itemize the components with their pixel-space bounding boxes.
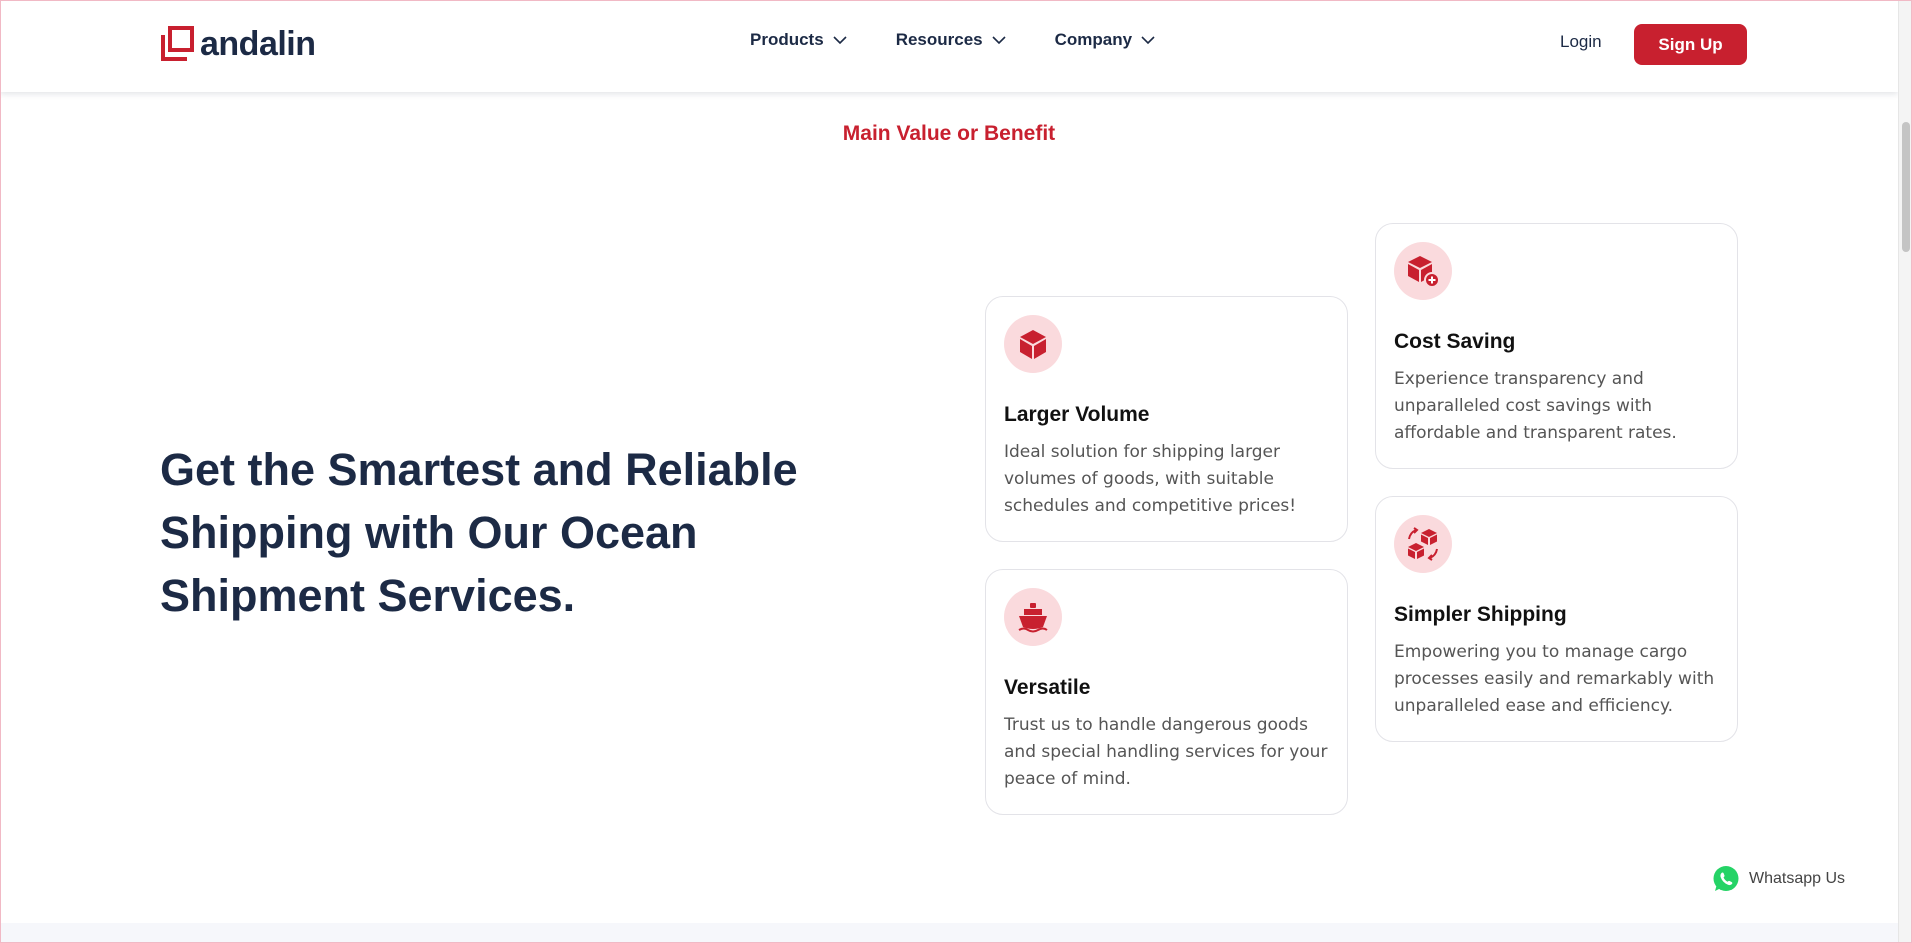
section-eyebrow: Main Value or Benefit (842, 122, 1056, 145)
feature-card-cost-saving: Cost Saving Experience transparency and … (1375, 223, 1738, 469)
nav-company[interactable]: Company (1055, 30, 1156, 50)
login-link[interactable]: Login (1560, 32, 1602, 52)
card-title: Versatile (1004, 676, 1091, 699)
chevron-down-icon (1141, 36, 1155, 45)
main-nav: Products Resources Company (750, 30, 1156, 50)
signup-button[interactable]: Sign Up (1634, 24, 1747, 65)
next-section-edge (0, 923, 1898, 943)
page-scrollbar[interactable] (1898, 0, 1912, 943)
chevron-down-icon (833, 36, 847, 45)
section-headline: Get the Smartest and Reliable Shipping w… (160, 444, 798, 621)
box-plus-icon (1394, 242, 1452, 300)
logo-text: andalin (200, 25, 316, 63)
card-title: Cost Saving (1394, 330, 1516, 353)
nav-resources-label: Resources (895, 30, 983, 49)
feature-card-versatile: Versatile Trust us to handle dangerous g… (985, 569, 1348, 815)
navbar: andalin Products Resources Company Login… (0, 0, 1898, 92)
whatsapp-label: Whatsapp Us (1749, 870, 1846, 887)
ship-icon (1004, 588, 1062, 646)
card-description: Trust us to handle dangerous goods and s… (1004, 715, 1328, 789)
whatsapp-button[interactable]: Whatsapp Us (1711, 864, 1845, 894)
whatsapp-icon (1713, 866, 1739, 891)
box-icon (1004, 315, 1062, 373)
boxes-cycle-icon (1394, 515, 1452, 573)
logo-mark-icon (160, 26, 194, 62)
chevron-down-icon (992, 36, 1006, 45)
card-description: Experience transparency and unparalleled… (1394, 369, 1677, 443)
card-description: Empowering you to manage cargo processes… (1394, 642, 1715, 716)
nav-products-label: Products (750, 30, 824, 49)
feature-card-larger-volume: Larger Volume Ideal solution for shippin… (985, 296, 1348, 542)
nav-company-label: Company (1054, 30, 1133, 49)
nav-products[interactable]: Products (750, 30, 848, 50)
card-description: Ideal solution for shipping larger volum… (1004, 442, 1297, 516)
scrollbar-thumb[interactable] (1902, 122, 1910, 252)
feature-card-simpler-shipping: Simpler Shipping Empowering you to manag… (1375, 496, 1738, 742)
nav-resources[interactable]: Resources (896, 30, 1007, 50)
card-title: Simpler Shipping (1394, 603, 1567, 626)
card-title: Larger Volume (1004, 403, 1150, 426)
logo[interactable]: andalin (160, 24, 316, 64)
